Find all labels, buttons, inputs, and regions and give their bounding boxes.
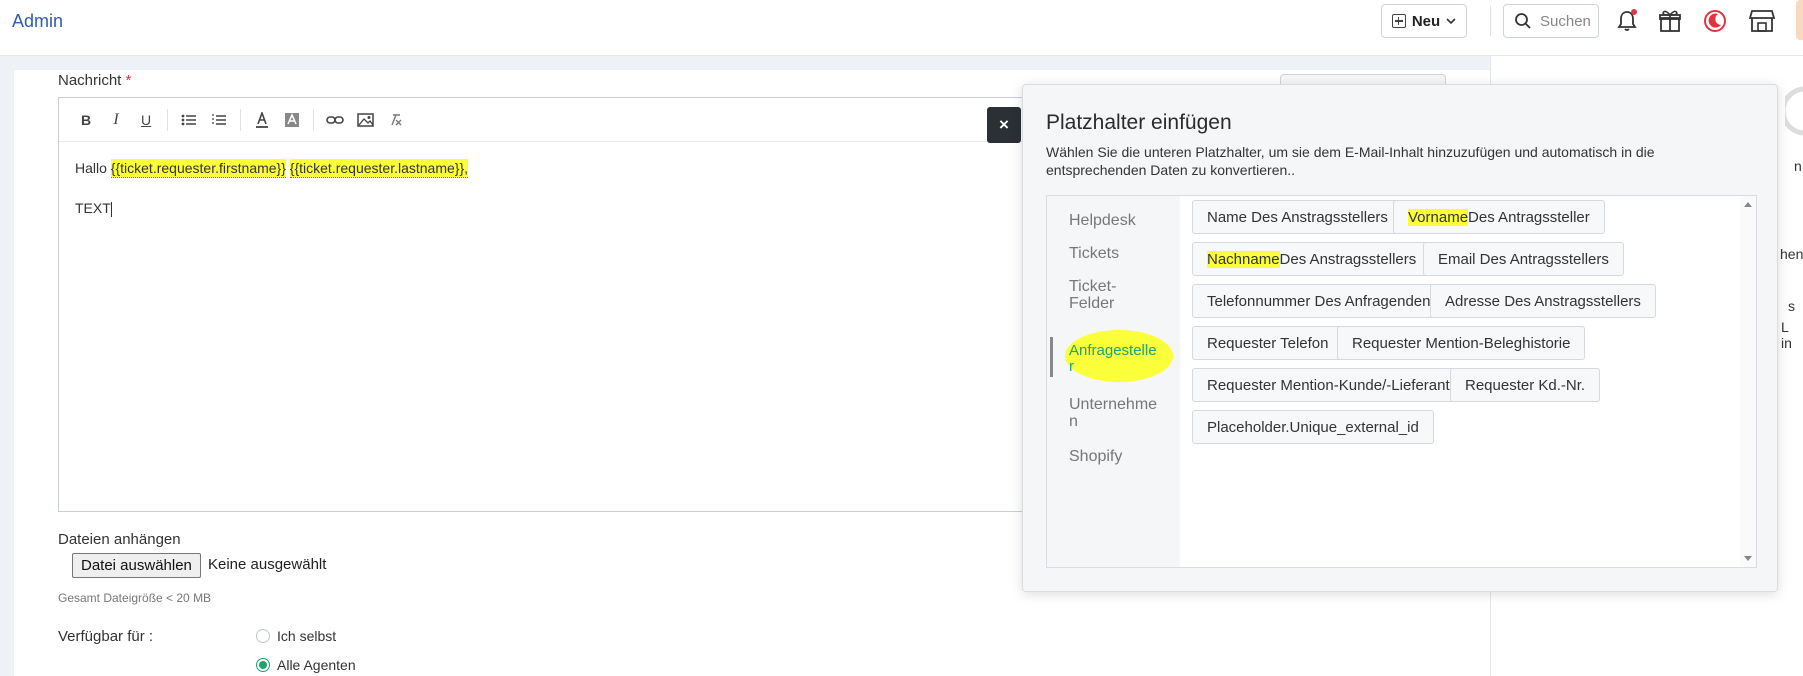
chip-requester-phone-number[interactable]: Telefonnummer Des Anfragenden [1192, 284, 1446, 318]
placeholder-picker: Helpdesk Tickets Ticket-Felder Anfragest… [1046, 195, 1757, 568]
toolbar-separator [167, 108, 168, 131]
chip-unique-external-id[interactable]: Placeholder.Unique_external_id [1192, 410, 1434, 444]
text-caret [110, 201, 112, 217]
active-category-indicator [1050, 337, 1053, 377]
category-tickets[interactable]: Tickets [1069, 245, 1164, 262]
editor-line-greeting[interactable]: Hallo {{ticket.requester.firstname}} {{t… [75, 159, 469, 178]
radio-circle-selected[interactable] [256, 658, 270, 672]
scroll-up-arrow-icon[interactable] [1744, 202, 1752, 207]
background-color-icon[interactable] [277, 106, 307, 134]
numbered-list-icon[interactable] [204, 106, 234, 134]
chips-scrollbar[interactable] [1740, 196, 1756, 567]
new-button[interactable]: Neu [1381, 4, 1467, 38]
radio-all-agents[interactable]: Alle Agenten [256, 657, 356, 673]
app-title[interactable]: Admin [12, 11, 63, 32]
chip-requester-lastname[interactable]: Nachname Des Anstragsstellers [1192, 242, 1432, 276]
placeholder-chips: Name Des Anstragsstellers Vorname Des An… [1180, 196, 1740, 567]
link-icon[interactable] [320, 106, 350, 134]
category-ticket-fields[interactable]: Ticket-Felder [1069, 278, 1131, 312]
popup-title: Platzhalter einfügen [1046, 111, 1232, 134]
message-editor[interactable]: B I U Hallo {{ticket.requester.firstname… [58, 97, 1068, 512]
category-helpdesk[interactable]: Helpdesk [1069, 212, 1164, 229]
required-mark: * [125, 72, 132, 89]
category-shopify[interactable]: Shopify [1069, 448, 1164, 465]
chip-requester-customer-number[interactable]: Requester Kd.-Nr. [1450, 368, 1601, 402]
underline-icon[interactable]: U [131, 106, 161, 134]
category-company[interactable]: Unternehmen [1069, 396, 1161, 430]
search-placeholder: Suchen [1540, 12, 1591, 30]
popup-description: Wählen Sie die unteren Platzhalter, um s… [1046, 144, 1655, 178]
italic-icon[interactable]: I [101, 106, 131, 134]
right-fragment: s [1788, 298, 1795, 314]
editor-toolbar: B I U [59, 98, 1067, 142]
chip-requester-email[interactable]: Email Des Antragsstellers [1423, 242, 1624, 276]
message-label: Nachricht * [58, 72, 132, 89]
clear-format-icon[interactable] [380, 106, 410, 134]
bold-icon[interactable]: B [71, 106, 101, 134]
spinner-icon [1785, 86, 1803, 136]
chip-requester-mention-history[interactable]: Requester Mention-Beleghistorie [1337, 326, 1586, 360]
attach-files-label: Dateien anhängen [58, 531, 181, 548]
profile-edge[interactable] [1796, 0, 1803, 40]
store-icon[interactable] [1747, 6, 1777, 36]
top-header: Admin Neu Suchen [0, 0, 1803, 56]
close-popup-button[interactable]: × [987, 107, 1021, 143]
editor-line-body[interactable]: TEXT [75, 200, 112, 217]
chip-requester-address[interactable]: Adresse Des Anstragsstellers [1430, 284, 1656, 318]
scroll-down-arrow-icon[interactable] [1744, 556, 1752, 561]
radio-circle[interactable] [256, 629, 270, 643]
new-button-label: Neu [1411, 12, 1441, 30]
chevron-down-icon [1446, 18, 1456, 25]
toolbar-separator [313, 108, 314, 131]
placeholder-popup: Platzhalter einfügen Wählen Sie die unte… [1022, 84, 1778, 592]
font-color-icon[interactable] [247, 106, 277, 134]
header-divider [1490, 6, 1491, 36]
category-requester[interactable]: Anfragesteller [1069, 343, 1159, 375]
radio-only-me[interactable]: Ich selbst [256, 628, 336, 644]
choose-file-button[interactable]: Datei auswählen [72, 553, 201, 578]
category-list: Helpdesk Tickets Ticket-Felder Anfragest… [1047, 196, 1180, 567]
chip-requester-firstname[interactable]: Vorname Des Antragssteller [1393, 200, 1605, 234]
chip-requester-name[interactable]: Name Des Anstragsstellers [1192, 200, 1403, 234]
gift-icon[interactable] [1655, 6, 1685, 36]
placeholder-firstname: {{ticket.requester.firstname}} [110, 159, 286, 178]
right-fragment: L in [1781, 319, 1792, 351]
toolbar-separator [240, 108, 241, 131]
chip-requester-mention-customer[interactable]: Requester Mention-Kunde/-Lieferant [1192, 368, 1465, 402]
available-for-label: Verfügbar für : [58, 628, 154, 645]
chip-requester-telefon[interactable]: Requester Telefon [1192, 326, 1344, 360]
right-fragment: n [1794, 158, 1802, 174]
image-icon[interactable] [350, 106, 380, 134]
no-file-selected-text: Keine ausgewählt [208, 556, 327, 573]
search-icon [1515, 13, 1531, 29]
search-input[interactable]: Suchen [1503, 4, 1599, 38]
notification-bell-icon[interactable] [1612, 6, 1642, 36]
right-fragment: hen [1780, 246, 1803, 262]
placeholder-lastname: {{ticket.requester.lastname}}, [289, 159, 469, 178]
status-moon-icon[interactable] [1700, 6, 1730, 36]
plus-square-icon [1391, 14, 1406, 28]
bullet-list-icon[interactable] [174, 106, 204, 134]
file-size-note: Gesamt Dateigröße < 20 MB [58, 591, 212, 605]
